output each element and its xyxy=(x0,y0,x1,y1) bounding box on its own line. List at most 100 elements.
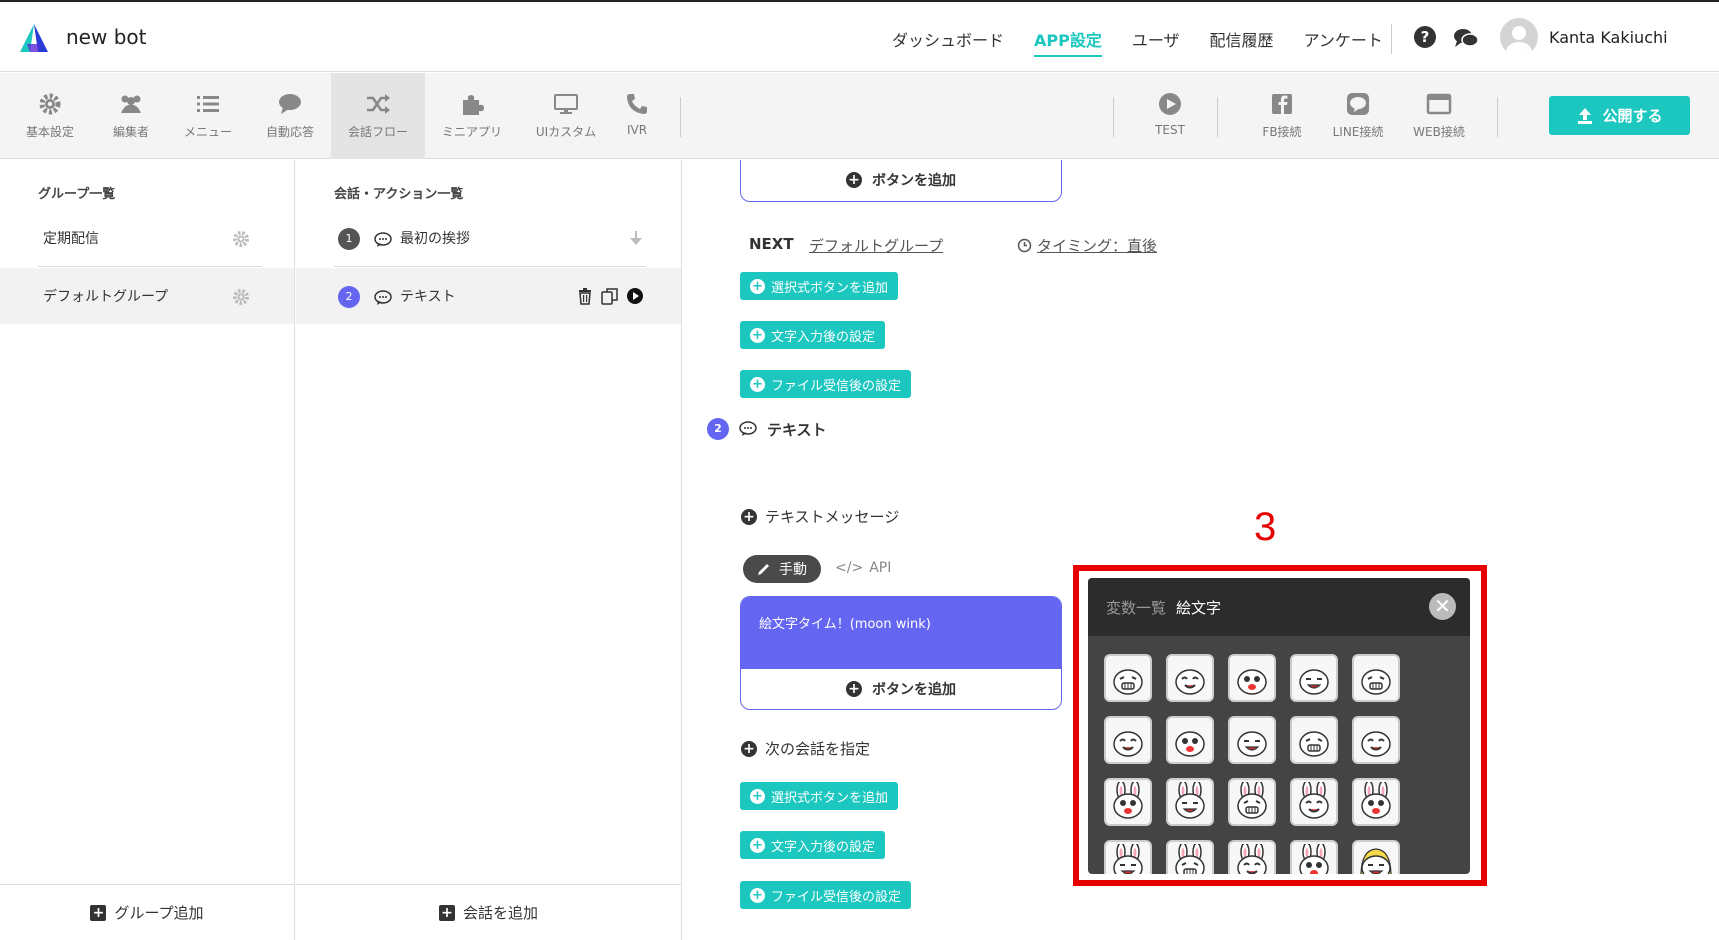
tool-auto-reply[interactable]: 自動応答 xyxy=(260,73,320,159)
emoji-face-icon xyxy=(1237,782,1267,819)
emoji-tile[interactable] xyxy=(1166,778,1214,826)
add-conversation-label: 会話を追加 xyxy=(462,904,538,922)
annotation-step-number: 3 xyxy=(1254,505,1277,549)
emoji-tile[interactable] xyxy=(1166,654,1214,702)
emoji-tile[interactable] xyxy=(1352,716,1400,764)
add-group-button[interactable]: + グループ追加 xyxy=(0,884,294,940)
conversation-item[interactable]: 2 テキスト xyxy=(296,268,681,324)
emoji-face-icon xyxy=(1360,848,1392,874)
api-mode-tab[interactable]: </> API xyxy=(835,560,891,576)
plus-circle-icon: + xyxy=(750,327,765,343)
add-choice-button[interactable]: + 選択式ボタンを追加 xyxy=(740,782,899,810)
emoji-tile[interactable] xyxy=(1228,654,1276,702)
plus-circle-icon: + xyxy=(750,837,765,853)
close-icon[interactable]: ✕ xyxy=(1429,593,1456,620)
emoji-tile[interactable] xyxy=(1352,654,1400,702)
plus-circle-icon: + xyxy=(846,681,862,697)
emoji-tile[interactable] xyxy=(1166,840,1214,874)
add-button-button[interactable]: + ボタンを追加 xyxy=(741,669,1061,709)
next-target-link[interactable]: デフォルトグループ xyxy=(809,235,943,256)
emoji-tile[interactable] xyxy=(1228,716,1276,764)
plus-square-icon: + xyxy=(438,904,455,921)
tool-ivr[interactable]: IVR xyxy=(620,73,654,159)
emoji-tile[interactable] xyxy=(1352,778,1400,826)
tool-line-connect[interactable]: LINE接続 xyxy=(1326,73,1390,159)
monitor-icon xyxy=(554,94,578,114)
gear-icon[interactable] xyxy=(232,288,250,306)
help-icon[interactable]: ? xyxy=(1414,26,1436,48)
nav-app-settings[interactable]: APP設定 xyxy=(1034,27,1102,57)
emoji-tile[interactable] xyxy=(1352,840,1400,874)
text-input-setting-button[interactable]: + 文字入力後の設定 xyxy=(740,321,886,349)
play-icon[interactable] xyxy=(626,287,644,305)
nav-users[interactable]: ユーザ xyxy=(1132,27,1180,57)
emoji-tile[interactable] xyxy=(1104,654,1152,702)
arrow-down-icon[interactable] xyxy=(629,230,643,246)
group-item-label: デフォルトグループ xyxy=(43,289,169,305)
group-item-default[interactable]: デフォルトグループ xyxy=(0,268,294,324)
tab-emoji[interactable]: 絵文字 xyxy=(1176,597,1221,618)
emoji-tile[interactable] xyxy=(1290,654,1338,702)
phone-icon xyxy=(627,94,647,114)
next-conversation-add[interactable]: + 次の会話を指定 xyxy=(741,738,870,759)
manual-mode-tab[interactable]: 手動 xyxy=(743,555,821,583)
message-card: 絵文字タイム！(moon wink) + ボタンを追加 xyxy=(740,596,1062,710)
add-choice-button[interactable]: + 選択式ボタンを追加 xyxy=(740,272,899,300)
emoji-tile[interactable] xyxy=(1166,716,1214,764)
conversation-item[interactable]: 1 最初の挨拶 xyxy=(296,210,681,266)
tool-web-connect[interactable]: WEB接続 xyxy=(1407,73,1471,159)
emoji-tile[interactable] xyxy=(1228,778,1276,826)
timing-link[interactable]: タイミング：直後 xyxy=(1017,235,1157,256)
trash-icon[interactable] xyxy=(577,287,593,305)
tool-conversation-flow[interactable]: 会話フロー xyxy=(331,73,425,159)
avatar[interactable] xyxy=(1500,18,1538,56)
add-conversation-button[interactable]: + 会話を追加 xyxy=(296,884,681,940)
copy-icon[interactable] xyxy=(601,287,619,305)
tab-variables[interactable]: 変数一覧 xyxy=(1106,597,1166,618)
emoji-tile[interactable] xyxy=(1290,840,1338,874)
tool-ui-custom[interactable]: UIカスタム xyxy=(530,73,602,159)
emoji-tile[interactable] xyxy=(1104,716,1152,764)
emoji-tile[interactable] xyxy=(1104,840,1152,874)
tool-menu[interactable]: メニュー xyxy=(180,73,236,159)
tool-basic-settings[interactable]: 基本設定 xyxy=(22,73,78,159)
file-setting-button[interactable]: + ファイル受信後の設定 xyxy=(740,370,912,398)
step-number-badge: 2 xyxy=(338,286,360,308)
publish-label: 公開する xyxy=(1602,107,1663,125)
tool-fb-connect[interactable]: FB接続 xyxy=(1252,73,1312,159)
publish-button[interactable]: 公開する xyxy=(1549,96,1690,135)
emoji-face-icon xyxy=(1299,844,1329,874)
nav-dashboard[interactable]: ダッシュボード xyxy=(892,27,1004,57)
tool-label: LINE接続 xyxy=(1332,125,1384,139)
emoji-tile[interactable] xyxy=(1104,778,1152,826)
tool-mini-app[interactable]: ミニアプリ xyxy=(437,73,507,159)
file-setting-button[interactable]: + ファイル受信後の設定 xyxy=(740,881,912,909)
divider xyxy=(334,266,646,267)
group-item-periodic[interactable]: 定期配信 xyxy=(0,210,294,266)
nav-delivery-history[interactable]: 配信履歴 xyxy=(1210,27,1274,57)
tool-test[interactable]: TEST xyxy=(1140,73,1200,159)
user-name[interactable]: Kanta Kakiuchi xyxy=(1549,28,1668,47)
gear-icon[interactable] xyxy=(232,230,250,248)
chat-icon xyxy=(279,94,301,114)
emoji-tile[interactable] xyxy=(1290,778,1338,826)
chat-bubbles-icon[interactable] xyxy=(1453,27,1479,49)
text-message-add[interactable]: + テキストメッセージ xyxy=(741,506,899,527)
speech-bubble-icon xyxy=(739,421,757,436)
text-input-setting-button[interactable]: + 文字入力後の設定 xyxy=(740,831,886,859)
conversation-panel-title: 会話・アクション一覧 xyxy=(334,187,464,202)
add-button-button[interactable]: + ボタンを追加 xyxy=(741,160,1061,201)
line-icon xyxy=(1347,93,1369,115)
emoji-tile[interactable] xyxy=(1290,716,1338,764)
emoji-face-icon xyxy=(1113,844,1143,874)
tool-editors[interactable]: 編集者 xyxy=(103,73,159,159)
timing-label: タイミング：直後 xyxy=(1037,237,1158,255)
message-bubble[interactable]: 絵文字タイム！(moon wink) xyxy=(741,597,1061,669)
emoji-face-icon xyxy=(1361,669,1391,695)
main-nav: ダッシュボード APP設定 ユーザ 配信履歴 アンケート xyxy=(892,27,1383,57)
emoji-tile[interactable] xyxy=(1228,840,1276,874)
puzzle-icon xyxy=(463,95,484,115)
logo-icon[interactable] xyxy=(18,22,50,54)
nav-survey[interactable]: アンケート xyxy=(1304,27,1383,57)
emoji-face-icon xyxy=(1361,782,1391,819)
